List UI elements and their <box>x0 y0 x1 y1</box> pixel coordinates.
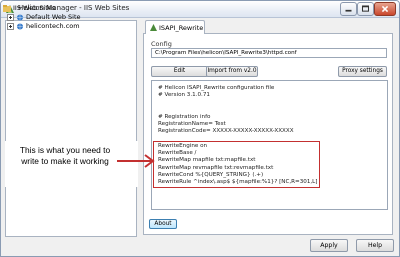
config-path-field[interactable]: C:\Program Files\helicon\ISAPI_Rewrite3\… <box>151 48 387 58</box>
annotation-text: This is what you need to write to make i… <box>19 145 111 166</box>
expand-icon[interactable] <box>7 13 14 21</box>
helicon-tab-icon <box>150 24 157 31</box>
globe-icon <box>16 13 24 21</box>
code-line: # Registration info <box>158 114 211 120</box>
tree-item-label: helicontech.com <box>26 22 80 30</box>
about-button[interactable]: About <box>149 219 177 229</box>
maximize-button[interactable] <box>357 2 374 16</box>
help-button[interactable]: Help <box>356 239 394 252</box>
close-icon <box>381 5 389 13</box>
site-tree[interactable] <box>5 20 137 237</box>
minimize-icon <box>345 9 352 12</box>
maximize-icon <box>361 5 370 12</box>
code-line: # Version 3.1.0.71 <box>158 92 210 98</box>
tab-isapi-rewrite[interactable]: ISAPI_Rewrite <box>145 20 205 34</box>
config-label: Config <box>151 40 172 48</box>
tree-item-iis-web-sites[interactable]: IIS Web Sites <box>3 4 55 13</box>
tree-item-label: Default Web Site <box>26 13 81 21</box>
tree-item-label: IIS Web Sites <box>13 4 56 12</box>
import-button[interactable]: Import from v2.0 <box>206 66 258 77</box>
code-line: # Helicon ISAPI_Rewrite configuration fi… <box>158 85 275 91</box>
code-line: RegistrationName= Test <box>158 121 226 127</box>
globe-icon <box>16 22 24 30</box>
code-line: RegistrationCode= XXXXX-XXXXX-XXXXX-XXXX… <box>158 128 294 134</box>
expand-icon[interactable] <box>7 22 14 30</box>
apply-button[interactable]: Apply <box>310 239 348 252</box>
folder-icon <box>3 4 11 12</box>
minimize-button[interactable] <box>340 2 357 16</box>
tree-item-helicontech[interactable]: helicontech.com <box>7 22 80 31</box>
helicon-manager-window: Helicon Manager - IIS Web Sites IIS Web … <box>0 0 400 257</box>
close-button[interactable] <box>374 2 396 16</box>
red-arrow-icon <box>117 154 155 168</box>
tree-item-default-web-site[interactable]: Default Web Site <box>7 13 81 22</box>
edit-button[interactable]: Edit <box>151 66 208 77</box>
highlight-box <box>153 141 320 188</box>
tab-label: ISAPI_Rewrite <box>159 24 204 32</box>
proxy-settings-button[interactable]: Proxy settings <box>338 66 387 77</box>
